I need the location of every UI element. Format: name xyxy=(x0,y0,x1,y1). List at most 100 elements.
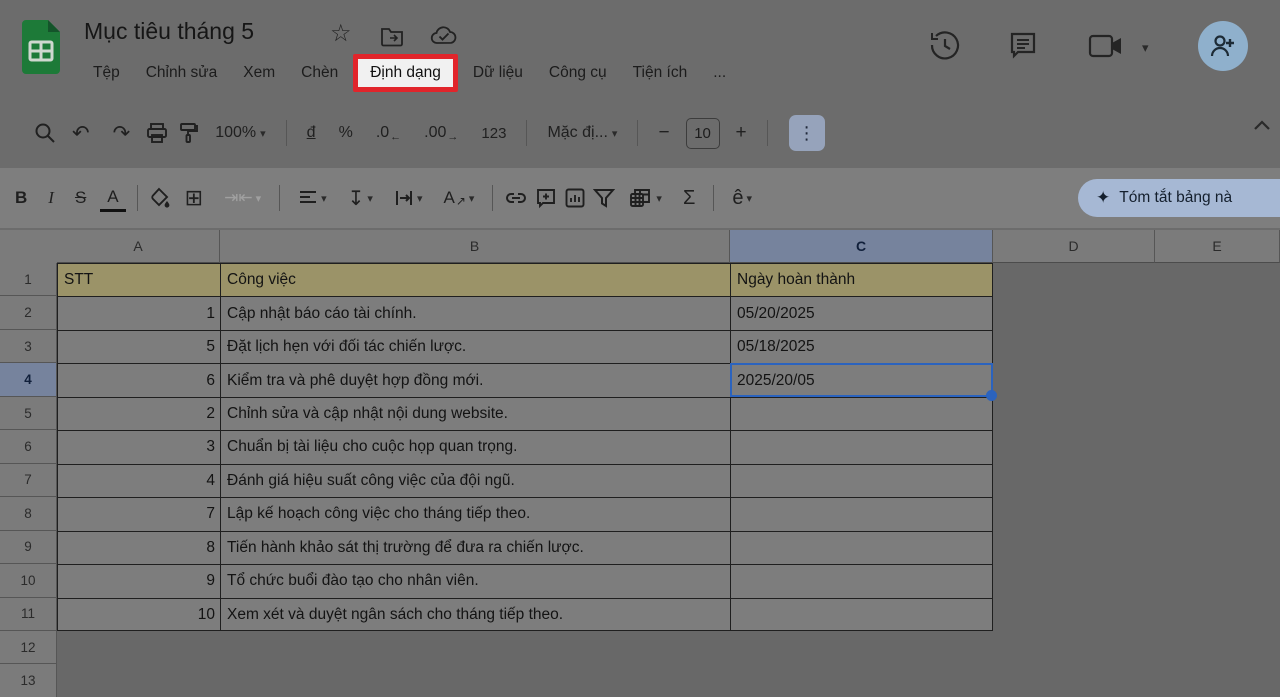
filter-icon[interactable] xyxy=(593,188,615,208)
strikethrough-button[interactable]: S xyxy=(68,184,93,212)
cell-E8[interactable] xyxy=(1155,497,1280,530)
decrease-font-size-button[interactable]: − xyxy=(651,118,676,148)
fill-color-icon[interactable] xyxy=(149,187,171,209)
undo-button[interactable]: ↶ xyxy=(65,117,97,150)
cell-A10[interactable]: 9 xyxy=(57,564,220,597)
cell-D12[interactable] xyxy=(993,631,1155,664)
cell-E4[interactable] xyxy=(1155,363,1280,396)
cell-C8[interactable] xyxy=(730,497,993,530)
cell-E7[interactable] xyxy=(1155,464,1280,497)
cell-C7[interactable] xyxy=(730,464,993,497)
toolbar-overflow-button[interactable]: ⋮ xyxy=(789,115,825,151)
functions-button[interactable]: Σ xyxy=(676,183,702,214)
cell-B8[interactable]: Lập kế hoạch công việc cho tháng tiếp th… xyxy=(220,497,730,530)
cell-A7[interactable]: 4 xyxy=(57,464,220,497)
menu-item-8[interactable]: Tiện ích xyxy=(620,59,701,87)
comments-icon[interactable] xyxy=(1008,30,1038,60)
cell-D3[interactable] xyxy=(993,330,1155,363)
select-all-corner[interactable] xyxy=(0,230,58,264)
row-header-3[interactable]: 3 xyxy=(0,330,57,363)
insert-chart-icon[interactable] xyxy=(564,187,586,209)
row-header-9[interactable]: 9 xyxy=(0,531,57,564)
cell-B1[interactable]: Công việc xyxy=(220,263,730,296)
column-header-E[interactable]: E xyxy=(1155,230,1280,263)
cell-C9[interactable] xyxy=(730,531,993,564)
menu-item-1[interactable]: Tệp xyxy=(80,59,133,87)
sheets-logo-icon[interactable] xyxy=(18,18,64,74)
cell-C13[interactable] xyxy=(730,664,993,697)
cell-C11[interactable] xyxy=(730,598,993,631)
menu-item-9[interactable]: ... xyxy=(700,59,739,87)
row-header-5[interactable]: 5 xyxy=(0,397,57,430)
menu-item-2[interactable]: Chỉnh sửa xyxy=(133,59,231,87)
cell-B11[interactable]: Xem xét và duyệt ngân sách cho tháng tiế… xyxy=(220,598,730,631)
row-header-4[interactable]: 4 xyxy=(0,363,57,396)
cell-D10[interactable] xyxy=(993,564,1155,597)
cell-C2[interactable]: 05/20/2025 xyxy=(730,296,993,329)
star-icon[interactable]: ☆ xyxy=(330,22,352,46)
cell-D8[interactable] xyxy=(993,497,1155,530)
insert-link-icon[interactable] xyxy=(504,187,528,209)
horizontal-align-button[interactable]: ▾ xyxy=(291,185,334,211)
menu-item-5[interactable]: Định dạng xyxy=(353,54,458,92)
cell-D11[interactable] xyxy=(993,598,1155,631)
cell-A12[interactable] xyxy=(57,631,220,664)
cell-A1[interactable]: STT xyxy=(57,263,220,296)
row-header-2[interactable]: 2 xyxy=(0,296,57,329)
gemini-summarize-button[interactable]: ✦ Tóm tắt bảng nà xyxy=(1078,179,1280,217)
row-header-8[interactable]: 8 xyxy=(0,497,57,530)
cell-A6[interactable]: 3 xyxy=(57,430,220,463)
increase-font-size-button[interactable]: + xyxy=(729,118,754,148)
increase-decimal-button[interactable]: .00→ xyxy=(417,119,465,147)
cell-C1[interactable]: Ngày hoàn thành xyxy=(730,263,993,296)
cell-B9[interactable]: Tiến hành khảo sát thị trường để đưa ra … xyxy=(220,531,730,564)
cell-E3[interactable] xyxy=(1155,330,1280,363)
cell-E13[interactable] xyxy=(1155,664,1280,697)
cell-C10[interactable] xyxy=(730,564,993,597)
row-header-10[interactable]: 10 xyxy=(0,564,57,597)
row-header-13[interactable]: 13 xyxy=(0,664,57,697)
column-header-C[interactable]: C xyxy=(730,230,993,263)
cell-A3[interactable]: 5 xyxy=(57,330,220,363)
zoom-select[interactable]: 100%▾ xyxy=(208,120,272,146)
cell-A9[interactable]: 8 xyxy=(57,531,220,564)
cell-D4[interactable] xyxy=(993,363,1155,396)
cell-A5[interactable]: 2 xyxy=(57,397,220,430)
row-header-11[interactable]: 11 xyxy=(0,598,57,631)
borders-button[interactable]: ⊞ xyxy=(178,181,210,215)
italic-button[interactable]: I xyxy=(41,184,61,212)
paint-format-icon[interactable] xyxy=(177,122,199,144)
share-button[interactable] xyxy=(1198,21,1248,71)
cell-C12[interactable] xyxy=(730,631,993,664)
column-header-B[interactable]: B xyxy=(220,230,730,263)
cell-A8[interactable]: 7 xyxy=(57,497,220,530)
text-wrap-button[interactable]: ▾ xyxy=(387,185,430,211)
text-color-button[interactable]: A xyxy=(100,184,125,212)
cell-A11[interactable]: 10 xyxy=(57,598,220,631)
cell-C4[interactable]: 2025/20/05 xyxy=(730,363,993,396)
redo-button[interactable]: ↷ xyxy=(106,117,138,150)
menu-item-7[interactable]: Công cụ xyxy=(536,59,620,87)
row-header-6[interactable]: 6 xyxy=(0,430,57,463)
cell-B4[interactable]: Kiểm tra và phê duyệt hợp đồng mới. xyxy=(220,363,730,396)
insert-comment-icon[interactable] xyxy=(535,187,557,209)
search-icon[interactable] xyxy=(34,122,56,144)
document-title[interactable]: Mục tiêu tháng 5 xyxy=(84,18,254,45)
more-formats-button[interactable]: 123 xyxy=(474,121,513,146)
cell-D7[interactable] xyxy=(993,464,1155,497)
version-history-icon[interactable] xyxy=(928,28,962,62)
cell-B2[interactable]: Cập nhật báo cáo tài chính. xyxy=(220,296,730,329)
cell-A2[interactable]: 1 xyxy=(57,296,220,329)
vertical-align-button[interactable]: ↧▾ xyxy=(341,182,380,215)
cell-B13[interactable] xyxy=(220,664,730,697)
cell-D1[interactable] xyxy=(993,263,1155,296)
cell-D13[interactable] xyxy=(993,664,1155,697)
hide-menus-chevron-icon[interactable] xyxy=(1252,118,1272,132)
cell-C3[interactable]: 05/18/2025 xyxy=(730,330,993,363)
cell-E2[interactable] xyxy=(1155,296,1280,329)
cell-B5[interactable]: Chỉnh sửa và cập nhật nội dung website. xyxy=(220,397,730,430)
cell-B12[interactable] xyxy=(220,631,730,664)
meet-dropdown-caret-icon[interactable]: ▾ xyxy=(1142,40,1149,56)
cell-D6[interactable] xyxy=(993,430,1155,463)
decrease-decimal-button[interactable]: .0← xyxy=(369,119,408,147)
